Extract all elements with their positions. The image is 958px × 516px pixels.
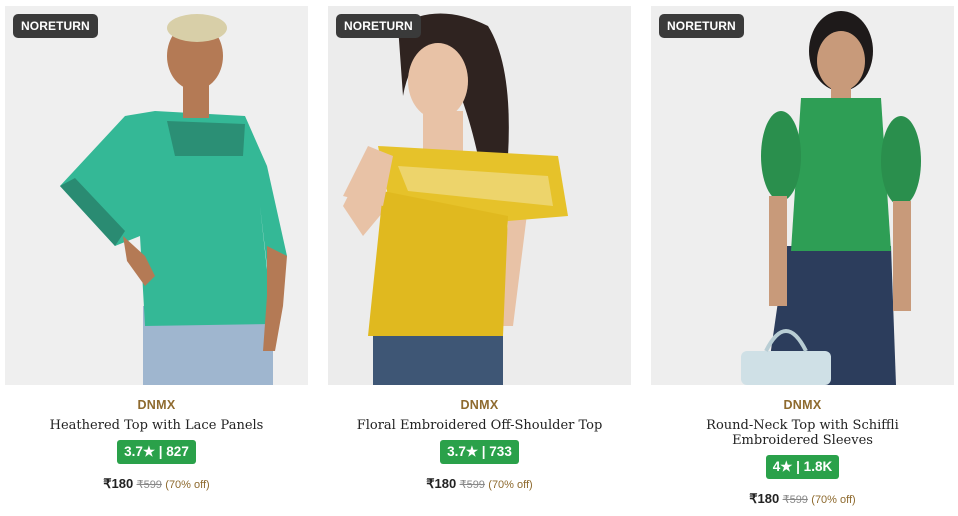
noreturn-badge: NORETURN bbox=[336, 14, 421, 38]
model-in-teal-top-image bbox=[5, 6, 308, 385]
model-in-green-top-image bbox=[651, 6, 954, 385]
product-card[interactable]: NORETURN DNMX Round-Neck Top with Schiff… bbox=[651, 6, 954, 512]
product-info: DNMX Round-Neck Top with Schiffli Embroi… bbox=[651, 398, 954, 507]
noreturn-badge: NORETURN bbox=[13, 14, 98, 38]
sale-price: ₹180 bbox=[426, 476, 457, 491]
original-price: ₹599 bbox=[136, 479, 162, 491]
product-name[interactable]: Heathered Top with Lace Panels bbox=[5, 418, 308, 433]
brand-name[interactable]: DNMX bbox=[651, 398, 954, 412]
price-row: ₹180 ₹599 (70% off) bbox=[5, 476, 308, 492]
product-info: DNMX Floral Embroidered Off-Shoulder Top… bbox=[328, 398, 631, 492]
rating-badge: 4★ | 1.8K bbox=[765, 455, 840, 479]
sale-price: ₹180 bbox=[749, 491, 780, 506]
product-info: DNMX Heathered Top with Lace Panels 3.7★… bbox=[5, 398, 308, 492]
price-row: ₹180 ₹599 (70% off) bbox=[651, 491, 954, 507]
model-in-yellow-top-image bbox=[328, 6, 631, 385]
original-price: ₹599 bbox=[459, 479, 485, 491]
discount-label: (70% off) bbox=[488, 479, 533, 491]
sale-price: ₹180 bbox=[103, 476, 134, 491]
rating-badge: 3.7★ | 733 bbox=[440, 440, 519, 464]
product-card[interactable]: NORETURN DNMX Heathered Top with Lace Pa… bbox=[5, 6, 308, 512]
product-name[interactable]: Round-Neck Top with Schiffli Embroidered… bbox=[651, 418, 954, 448]
product-name[interactable]: Floral Embroidered Off-Shoulder Top bbox=[328, 418, 631, 433]
brand-name[interactable]: DNMX bbox=[5, 398, 308, 412]
product-card[interactable]: NORETURN DNMX Floral Embroidered Off-Sho… bbox=[328, 6, 631, 512]
product-image[interactable]: NORETURN bbox=[328, 6, 631, 385]
rating-badge: 3.7★ | 827 bbox=[117, 440, 196, 464]
original-price: ₹599 bbox=[782, 494, 808, 506]
discount-label: (70% off) bbox=[811, 494, 856, 506]
product-image[interactable]: NORETURN bbox=[651, 6, 954, 385]
noreturn-badge: NORETURN bbox=[659, 14, 744, 38]
discount-label: (70% off) bbox=[165, 479, 210, 491]
product-image[interactable]: NORETURN bbox=[5, 6, 308, 385]
brand-name[interactable]: DNMX bbox=[328, 398, 631, 412]
price-row: ₹180 ₹599 (70% off) bbox=[328, 476, 631, 492]
